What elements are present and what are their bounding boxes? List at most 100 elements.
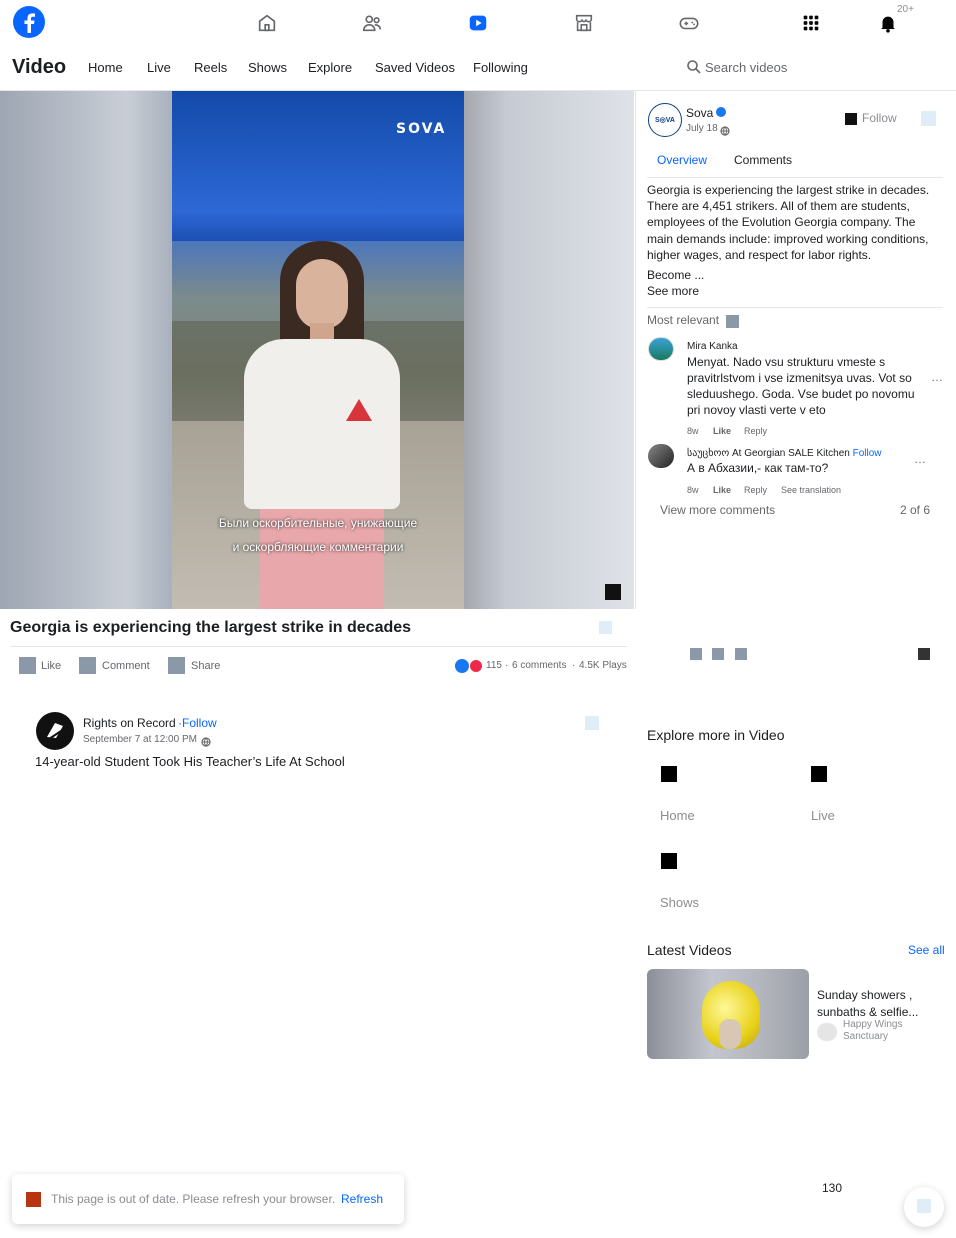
explore-heading: Explore more in Video (647, 727, 785, 743)
explore-home[interactable]: Home (660, 808, 695, 823)
warning-icon (26, 1192, 41, 1207)
gif-icon[interactable] (735, 648, 747, 660)
like-button[interactable]: Like (41, 660, 61, 672)
shows-icon[interactable] (661, 853, 677, 869)
more-options-icon[interactable] (599, 621, 612, 634)
comment-options-icon[interactable]: … (931, 370, 943, 384)
page-avatar[interactable]: S◎VA (648, 103, 682, 137)
verified-badge-icon (716, 107, 726, 117)
video-player[interactable]: SOVA Были оскорбительные, унижающие и ос… (0, 91, 634, 609)
author-avatar[interactable] (36, 712, 74, 750)
nav-following[interactable]: Following (473, 60, 528, 75)
comment-author[interactable]: Mira Kanka (687, 341, 738, 352)
nav-live[interactable]: Live (147, 60, 171, 75)
see-translation-link[interactable]: See translation (781, 485, 841, 495)
follow-label: Follow (182, 716, 217, 730)
video-caption: Были оскорбительные, унижающие и оскорбл… (172, 511, 464, 559)
channel-name[interactable]: Happy Wings Sanctuary (843, 1019, 923, 1043)
toast-message: This page is out of date. Please refresh… (51, 1192, 336, 1206)
home-icon[interactable] (661, 766, 677, 782)
sort-comments[interactable]: Most relevant (647, 313, 719, 327)
comments-pager: 2 of 6 (900, 503, 931, 517)
nav-saved-videos[interactable]: Saved Videos (375, 60, 455, 75)
caption-line-1: Были оскорбительные, унижающие (218, 516, 418, 530)
refresh-button[interactable]: Refresh (341, 1192, 383, 1206)
caption-line-2: и оскорбляющие комментарии (232, 540, 404, 554)
tab-comments[interactable]: Comments (734, 153, 792, 167)
see-all-link[interactable]: See all (908, 943, 945, 957)
love-reaction-icon (469, 659, 483, 673)
commenter-avatar[interactable] (648, 444, 674, 468)
fullscreen-icon[interactable] (605, 584, 621, 600)
marketplace-icon[interactable] (571, 10, 597, 36)
search-input[interactable]: Search videos (705, 60, 787, 75)
comments-count[interactable]: 6 comments (512, 660, 566, 671)
author-name[interactable]: Rights on Record (83, 716, 176, 730)
comment-text: А в Абхазии,- как там-то? (687, 461, 829, 475)
emoji-icon[interactable] (690, 648, 702, 660)
latest-video-title[interactable]: Sunday showers , sunbaths & selfie... (817, 987, 945, 1020)
gaming-icon[interactable] (676, 10, 702, 36)
new-message-button[interactable] (904, 1187, 944, 1227)
page-counter: 130 (822, 1181, 843, 1195)
live-icon[interactable] (811, 766, 827, 782)
notification-badge: 20+ (897, 4, 914, 15)
view-more-comments[interactable]: View more comments (660, 503, 775, 517)
share-button[interactable]: Share (191, 660, 220, 672)
more-options-icon[interactable] (585, 716, 599, 730)
reaction-count[interactable]: 115 (486, 660, 502, 671)
send-icon[interactable] (918, 648, 930, 660)
latest-video-thumbnail[interactable] (647, 969, 809, 1059)
camera-icon[interactable] (712, 648, 724, 660)
nav-shows[interactable]: Shows (248, 60, 287, 75)
comment-like-link[interactable]: Like (713, 426, 731, 436)
video-frame: SOVA Были оскорбительные, унижающие и ос… (172, 91, 464, 609)
video-watermark: SOVA (396, 121, 447, 137)
menu-grid-icon[interactable] (798, 10, 824, 36)
channel-avatar (817, 1023, 837, 1041)
video-title: Georgia is experiencing the largest stri… (10, 619, 412, 636)
comment-like-link[interactable]: Like (713, 485, 731, 495)
comment-reply-link[interactable]: Reply (744, 485, 767, 495)
comment-time: 8w (687, 485, 699, 495)
chevron-down-icon[interactable] (726, 315, 739, 328)
video-icon[interactable] (465, 10, 491, 36)
home-icon[interactable] (254, 10, 280, 36)
description: Georgia is experiencing the largest stri… (647, 183, 930, 262)
page-title: Video (12, 56, 67, 78)
tab-overview[interactable]: Overview (657, 153, 707, 167)
follow-icon[interactable] (845, 113, 857, 125)
follow-button[interactable]: Follow (862, 111, 897, 125)
search-icon (686, 59, 702, 75)
comment-author-name: საუცხოო At Georgian SALE Kitchen (687, 448, 850, 459)
see-more-link[interactable]: See more (647, 284, 699, 298)
latest-videos-heading: Latest Videos (647, 942, 732, 958)
compose-icon (917, 1199, 931, 1213)
comment-author[interactable]: საუცხოო At Georgian SALE Kitchen Follow (687, 448, 882, 459)
facebook-logo[interactable] (12, 5, 46, 39)
author-follow-link[interactable]: ·Follow (178, 716, 217, 730)
next-video-title[interactable]: 14-year-old Student Took His Teacher’s L… (35, 754, 345, 769)
nav-reels[interactable]: Reels (194, 60, 227, 75)
comment-options-icon[interactable]: … (914, 452, 926, 466)
like-reaction-icon (455, 659, 469, 673)
more-options-icon[interactable] (921, 111, 936, 126)
explore-live[interactable]: Live (811, 808, 835, 823)
nav-explore[interactable]: Explore (308, 60, 352, 75)
comment-reply-link[interactable]: Reply (744, 426, 767, 436)
commenter-avatar[interactable] (648, 337, 674, 361)
description-more: Become ... (647, 268, 705, 282)
comment-time: 8w (687, 426, 699, 436)
comment-author-follow[interactable]: Follow (853, 448, 882, 459)
share-icon[interactable] (168, 657, 185, 674)
page-name[interactable]: Sova (686, 106, 713, 120)
explore-shows[interactable]: Shows (660, 895, 699, 910)
comment-icon[interactable] (79, 657, 96, 674)
friends-icon[interactable] (359, 10, 385, 36)
page-post-date: July 18 (686, 123, 718, 134)
nav-home[interactable]: Home (88, 60, 123, 75)
comment-text: Menyat. Nado vsu strukturu vmeste s prav… (687, 355, 915, 417)
globe-icon (201, 734, 211, 747)
comment-button[interactable]: Comment (102, 660, 150, 672)
like-icon[interactable] (19, 657, 36, 674)
